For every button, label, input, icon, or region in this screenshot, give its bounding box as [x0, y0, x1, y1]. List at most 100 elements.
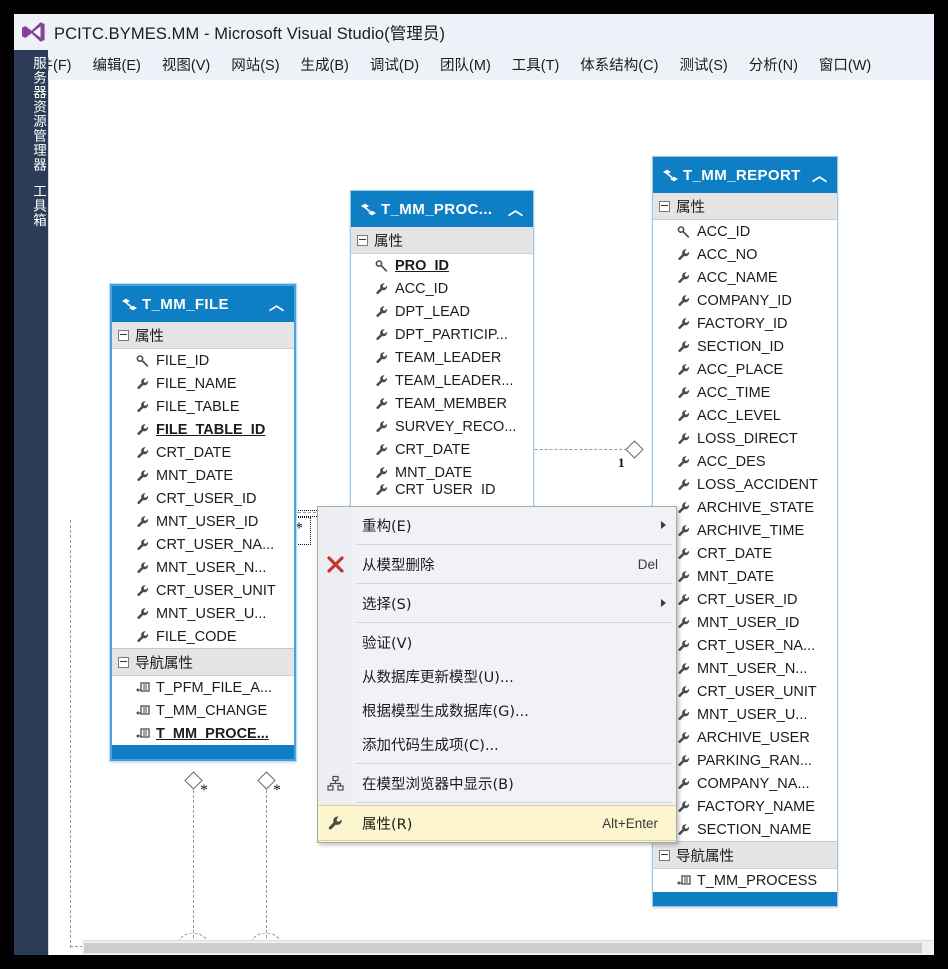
entity-group-properties[interactable]: 属性	[112, 322, 294, 349]
designer-context-menu[interactable]: 重构(E) 从模型删除 Del 选择(S) 验证(V) 从数据库更新模型(U).…	[317, 506, 677, 843]
context-menu-item-delete-from-model[interactable]: 从模型删除 Del	[318, 547, 676, 581]
entity-navigation-row[interactable]: T_MM_CHANGE	[112, 699, 294, 722]
entity-property-row[interactable]: MNT_USER_U...	[112, 602, 294, 625]
menu-debug[interactable]: 调试(D)	[370, 54, 419, 75]
entity-property-row[interactable]: ARCHIVE_STATE	[653, 496, 837, 519]
menu-test[interactable]: 测试(S)	[679, 54, 727, 75]
menu-build[interactable]: 生成(B)	[301, 54, 349, 75]
entity-property-row[interactable]: LOSS_DIRECT	[653, 427, 837, 450]
entity-property-row[interactable]: MNT_USER_ID	[112, 510, 294, 533]
entity-navigation-row[interactable]: T_MM_PROCESS	[653, 869, 837, 892]
entity-property-row[interactable]: ACC_LEVEL	[653, 404, 837, 427]
entity-header[interactable]: T_MM_REPORT ︿	[653, 157, 837, 193]
entity-property-row[interactable]: DPT_PARTICIP...	[351, 323, 533, 346]
entity-property-row[interactable]: ACC_ID	[653, 220, 837, 243]
collapse-toggle-icon[interactable]	[118, 656, 129, 668]
menu-analyze[interactable]: 分析(N)	[749, 54, 798, 75]
entity-property-row[interactable]: CRT_USER_ID	[351, 484, 533, 496]
entity-property-row[interactable]: FILE_NAME	[112, 372, 294, 395]
context-menu-item-add-code-generation[interactable]: 添加代码生成项(C)...	[318, 727, 676, 761]
entity-property-row[interactable]: PRO_ID	[351, 254, 533, 277]
context-menu-item-show-in-model-browser[interactable]: 在模型浏览器中显示(B)	[318, 766, 676, 800]
entity-property-row[interactable]: TEAM_MEMBER	[351, 392, 533, 415]
entity-property-row[interactable]: SURVEY_RECO...	[351, 415, 533, 438]
chevron-up-icon[interactable]: ︿	[269, 294, 284, 315]
entity-property-row[interactable]: FILE_TABLE_ID	[112, 418, 294, 441]
menu-architecture[interactable]: 体系结构(C)	[580, 54, 658, 75]
entity-property-row[interactable]: COMPANY_ID	[653, 289, 837, 312]
entity-group-navigation[interactable]: 导航属性	[112, 648, 294, 676]
menu-website[interactable]: 网站(S)	[231, 54, 279, 75]
entity-property-row[interactable]: CRT_USER_ID	[653, 588, 837, 611]
entity-navigation-row[interactable]: T_PFM_FILE_A...	[112, 676, 294, 699]
collapse-toggle-icon[interactable]	[659, 849, 670, 861]
entity-header[interactable]: T_MM_PROC... ︿	[351, 191, 533, 227]
entity-property-row[interactable]: SECTION_ID	[653, 335, 837, 358]
context-menu-item-validate[interactable]: 验证(V)	[318, 625, 676, 659]
context-menu-item-properties[interactable]: 属性(R) Alt+Enter	[318, 805, 676, 841]
context-menu-item-update-model-from-db[interactable]: 从数据库更新模型(U)...	[318, 659, 676, 693]
entity-property-row[interactable]: CRT_DATE	[112, 441, 294, 464]
entity-property-row[interactable]: FACTORY_ID	[653, 312, 837, 335]
entity-property-row[interactable]: MNT_DATE	[351, 461, 533, 484]
entity-property-row[interactable]: MNT_USER_N...	[112, 556, 294, 579]
entity-property-row[interactable]: CRT_USER_NA...	[112, 533, 294, 556]
sidebar-item-toolbox[interactable]: 工具箱	[14, 178, 48, 234]
entity-group-properties[interactable]: 属性	[351, 227, 533, 254]
context-menu-item-refactor[interactable]: 重构(E)	[318, 508, 676, 542]
entity-property-row[interactable]: MNT_USER_N...	[653, 657, 837, 680]
context-menu-item-generate-db-from-model[interactable]: 根据模型生成数据库(G)...	[318, 693, 676, 727]
entity-header[interactable]: T_MM_FILE ︿	[112, 286, 294, 322]
entity-property-row[interactable]: ACC_TIME	[653, 381, 837, 404]
entity-property-row[interactable]: CRT_USER_UNIT	[112, 579, 294, 602]
menu-view[interactable]: 视图(V)	[162, 54, 210, 75]
entity-property-row[interactable]: DPT_LEAD	[351, 300, 533, 323]
entity-t-mm-proc[interactable]: T_MM_PROC... ︿ 属性 PRO_ID ACC_ID DPT_LEAD…	[350, 190, 534, 510]
entity-property-row[interactable]: CRT_DATE	[351, 438, 533, 461]
entity-property-row[interactable]: MNT_DATE	[112, 464, 294, 487]
collapse-toggle-icon[interactable]	[357, 234, 368, 246]
entity-property-row[interactable]: TEAM_LEADER	[351, 346, 533, 369]
entity-property-row[interactable]: ACC_ID	[351, 277, 533, 300]
entity-property-row[interactable]: ACC_NO	[653, 243, 837, 266]
entity-property-row[interactable]: FACTORY_NAME	[653, 795, 837, 818]
entity-property-row[interactable]: FILE_TABLE	[112, 395, 294, 418]
entity-property-row[interactable]: MNT_DATE	[653, 565, 837, 588]
entity-property-row[interactable]: SECTION_NAME	[653, 818, 837, 841]
entity-property-row[interactable]: ARCHIVE_USER	[653, 726, 837, 749]
entity-property-row[interactable]: ACC_PLACE	[653, 358, 837, 381]
menu-team[interactable]: 团队(M)	[440, 54, 491, 75]
chevron-up-icon[interactable]: ︿	[812, 165, 827, 186]
menu-tools[interactable]: 工具(T)	[512, 54, 560, 75]
entity-group-properties[interactable]: 属性	[653, 193, 837, 220]
scrollbar-thumb[interactable]	[84, 943, 922, 953]
entity-property-row[interactable]: CRT_USER_UNIT	[653, 680, 837, 703]
entity-property-row[interactable]: MNT_USER_ID	[653, 611, 837, 634]
entity-property-row[interactable]: COMPANY_NA...	[653, 772, 837, 795]
entity-t-mm-file[interactable]: T_MM_FILE ︿ 属性 FILE_ID FILE_NAME FILE_TA…	[110, 284, 296, 761]
entity-t-mm-report[interactable]: T_MM_REPORT ︿ 属性 ACC_ID ACC_NO ACC_NAME …	[652, 156, 838, 907]
entity-property-row[interactable]: TEAM_LEADER...	[351, 369, 533, 392]
entity-group-navigation[interactable]: 导航属性	[653, 841, 837, 869]
entity-property-row[interactable]: LOSS_ACCIDENT	[653, 473, 837, 496]
entity-property-row[interactable]: CRT_USER_ID	[112, 487, 294, 510]
edmx-designer-canvas[interactable]: * 1 * * *	[48, 80, 934, 955]
entity-property-row[interactable]: FILE_CODE	[112, 625, 294, 648]
context-menu-item-select[interactable]: 选择(S)	[318, 586, 676, 620]
collapse-toggle-icon[interactable]	[659, 200, 670, 212]
entity-property-row[interactable]: FILE_ID	[112, 349, 294, 372]
entity-property-row[interactable]: ACC_NAME	[653, 266, 837, 289]
entity-property-row[interactable]: CRT_USER_NA...	[653, 634, 837, 657]
entity-property-row[interactable]: CRT_DATE	[653, 542, 837, 565]
entity-property-row[interactable]: MNT_USER_U...	[653, 703, 837, 726]
entity-property-row[interactable]: ARCHIVE_TIME	[653, 519, 837, 542]
menu-edit[interactable]: 编辑(E)	[93, 54, 141, 75]
sidebar-item-server-explorer[interactable]: 服务器资源管理器	[14, 50, 48, 178]
entity-navigation-row[interactable]: T_MM_PROCE...	[112, 722, 294, 745]
entity-property-row[interactable]: PARKING_RAN...	[653, 749, 837, 772]
collapse-toggle-icon[interactable]	[118, 329, 129, 341]
menu-window[interactable]: 窗口(W)	[819, 54, 871, 75]
canvas-horizontal-scrollbar[interactable]	[82, 940, 934, 955]
chevron-up-icon[interactable]: ︿	[508, 199, 523, 220]
entity-property-row[interactable]: ACC_DES	[653, 450, 837, 473]
